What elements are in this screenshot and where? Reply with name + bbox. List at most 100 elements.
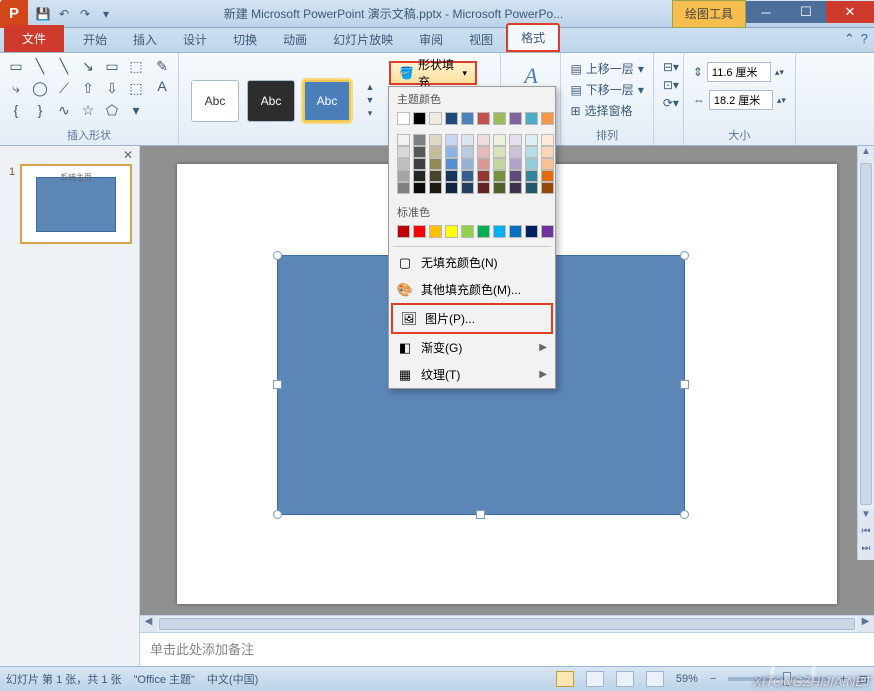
sorter-view-button[interactable]: [586, 671, 604, 687]
color-swatch[interactable]: [461, 170, 474, 182]
redo-icon[interactable]: ↷: [76, 5, 94, 23]
tab-file[interactable]: 文件: [4, 25, 64, 52]
color-swatch[interactable]: [509, 170, 522, 182]
color-swatch[interactable]: [509, 182, 522, 194]
tab-home[interactable]: 开始: [70, 27, 120, 52]
zoom-percent[interactable]: 59%: [676, 673, 698, 685]
save-icon[interactable]: 💾: [34, 5, 52, 23]
color-swatch[interactable]: [493, 170, 506, 182]
shape-more1-icon[interactable]: ⬚: [126, 57, 146, 75]
close-button[interactable]: ✕: [826, 1, 874, 23]
color-swatch[interactable]: [397, 146, 410, 158]
color-swatch[interactable]: [493, 158, 506, 170]
scroll-right-icon[interactable]: ▶: [857, 616, 874, 633]
color-swatch[interactable]: [429, 158, 442, 170]
shape-callout-icon[interactable]: ⬠: [102, 101, 122, 119]
color-swatch[interactable]: [461, 112, 474, 125]
picture-fill-item[interactable]: 🖼 图片(P)...: [391, 303, 553, 334]
horizontal-scrollbar[interactable]: ◀ ▶: [140, 615, 874, 632]
color-swatch[interactable]: [413, 146, 426, 158]
color-swatch[interactable]: [477, 158, 490, 170]
no-fill-item[interactable]: ▢ 无填充颜色(N): [389, 249, 555, 276]
color-swatch[interactable]: [429, 170, 442, 182]
standard-colors-row[interactable]: [389, 222, 555, 244]
resize-handle-r[interactable]: [680, 380, 689, 389]
rotate-button[interactable]: ⟳▾: [660, 95, 677, 111]
spinner-icon[interactable]: ▴▾: [775, 67, 784, 78]
height-input[interactable]: [707, 62, 771, 82]
color-swatch[interactable]: [445, 134, 458, 146]
vertical-scrollbar[interactable]: ▲ ▼ ⏮ ⏭: [857, 146, 874, 560]
color-swatch[interactable]: [477, 112, 490, 125]
color-swatch[interactable]: [541, 182, 554, 194]
color-swatch[interactable]: [397, 170, 410, 182]
color-swatch[interactable]: [429, 225, 442, 238]
color-swatch[interactable]: [525, 146, 538, 158]
color-swatch[interactable]: [541, 170, 554, 182]
color-swatch[interactable]: [429, 182, 442, 194]
theme-tints-grid[interactable]: [389, 131, 555, 200]
scroll-down-icon[interactable]: ▼: [858, 509, 874, 526]
color-swatch[interactable]: [397, 134, 410, 146]
shape-arrow-icon[interactable]: ↘: [78, 57, 98, 75]
normal-view-button[interactable]: [556, 671, 574, 687]
color-swatch[interactable]: [429, 134, 442, 146]
color-swatch[interactable]: [397, 182, 410, 194]
shape-freeform-icon[interactable]: ∿: [54, 101, 74, 119]
reading-view-button[interactable]: [616, 671, 634, 687]
shape-more2-icon[interactable]: ⬚: [126, 79, 146, 97]
color-swatch[interactable]: [541, 112, 554, 125]
textbox-icon[interactable]: A: [152, 77, 172, 95]
shape-brace2-icon[interactable]: }: [30, 101, 50, 119]
scroll-left-icon[interactable]: ◀: [140, 616, 157, 633]
style-preset-1[interactable]: Abc: [191, 80, 239, 122]
style-preset-2[interactable]: Abc: [247, 80, 295, 122]
color-swatch[interactable]: [445, 112, 458, 125]
group-button[interactable]: ⊡▾: [660, 77, 677, 93]
shape-rect2-icon[interactable]: ▭: [102, 57, 122, 75]
slideshow-view-button[interactable]: [646, 671, 664, 687]
edit-shape-icon[interactable]: ✎: [152, 57, 172, 75]
color-swatch[interactable]: [525, 158, 538, 170]
width-input[interactable]: [709, 90, 773, 110]
color-swatch[interactable]: [541, 225, 554, 238]
resize-handle-l[interactable]: [273, 380, 282, 389]
color-swatch[interactable]: [509, 158, 522, 170]
tab-format[interactable]: 格式: [506, 23, 560, 52]
shape-rect-icon[interactable]: ▭: [6, 57, 26, 75]
prev-slide-icon[interactable]: ⏮: [858, 526, 874, 543]
color-swatch[interactable]: [397, 112, 410, 125]
notes-pane[interactable]: 单击此处添加备注: [140, 632, 874, 666]
resize-handle-tl[interactable]: [273, 251, 282, 260]
shape-line-icon[interactable]: ╲: [30, 57, 50, 75]
style-more-icon[interactable]: ▾: [363, 108, 377, 120]
color-swatch[interactable]: [445, 225, 458, 238]
shape-connector-icon[interactable]: ⤷: [6, 79, 26, 97]
resize-handle-bl[interactable]: [273, 510, 282, 519]
shape-curve-icon[interactable]: ⟋: [54, 79, 74, 97]
color-swatch[interactable]: [397, 158, 410, 170]
tab-review[interactable]: 审阅: [406, 27, 456, 52]
tab-insert[interactable]: 插入: [120, 27, 170, 52]
tab-design[interactable]: 设计: [170, 27, 220, 52]
align-button[interactable]: ⊟▾: [660, 59, 677, 75]
color-swatch[interactable]: [525, 182, 538, 194]
color-swatch[interactable]: [461, 158, 474, 170]
color-swatch[interactable]: [445, 158, 458, 170]
tab-transitions[interactable]: 切换: [220, 27, 270, 52]
maximize-button[interactable]: ☐: [786, 1, 826, 23]
color-swatch[interactable]: [509, 134, 522, 146]
shape-star-icon[interactable]: ☆: [78, 101, 98, 119]
color-swatch[interactable]: [413, 112, 426, 125]
color-swatch[interactable]: [477, 134, 490, 146]
tab-animations[interactable]: 动画: [270, 27, 320, 52]
color-swatch[interactable]: [477, 146, 490, 158]
shape-brace-icon[interactable]: {: [6, 101, 26, 119]
ribbon-minimize-icon[interactable]: ⌃: [844, 31, 855, 47]
color-swatch[interactable]: [525, 225, 538, 238]
color-swatch[interactable]: [445, 182, 458, 194]
shapes-gallery[interactable]: ▭ ╲ ╲ ↘ ▭ ⬚ ⤷ ◯ ⟋ ⇧ ⇩ ⬚ { } ∿ ☆ ⬠ ▾: [6, 57, 148, 121]
color-swatch[interactable]: [493, 146, 506, 158]
undo-icon[interactable]: ↶: [55, 5, 73, 23]
tab-slideshow[interactable]: 幻灯片放映: [320, 27, 406, 52]
